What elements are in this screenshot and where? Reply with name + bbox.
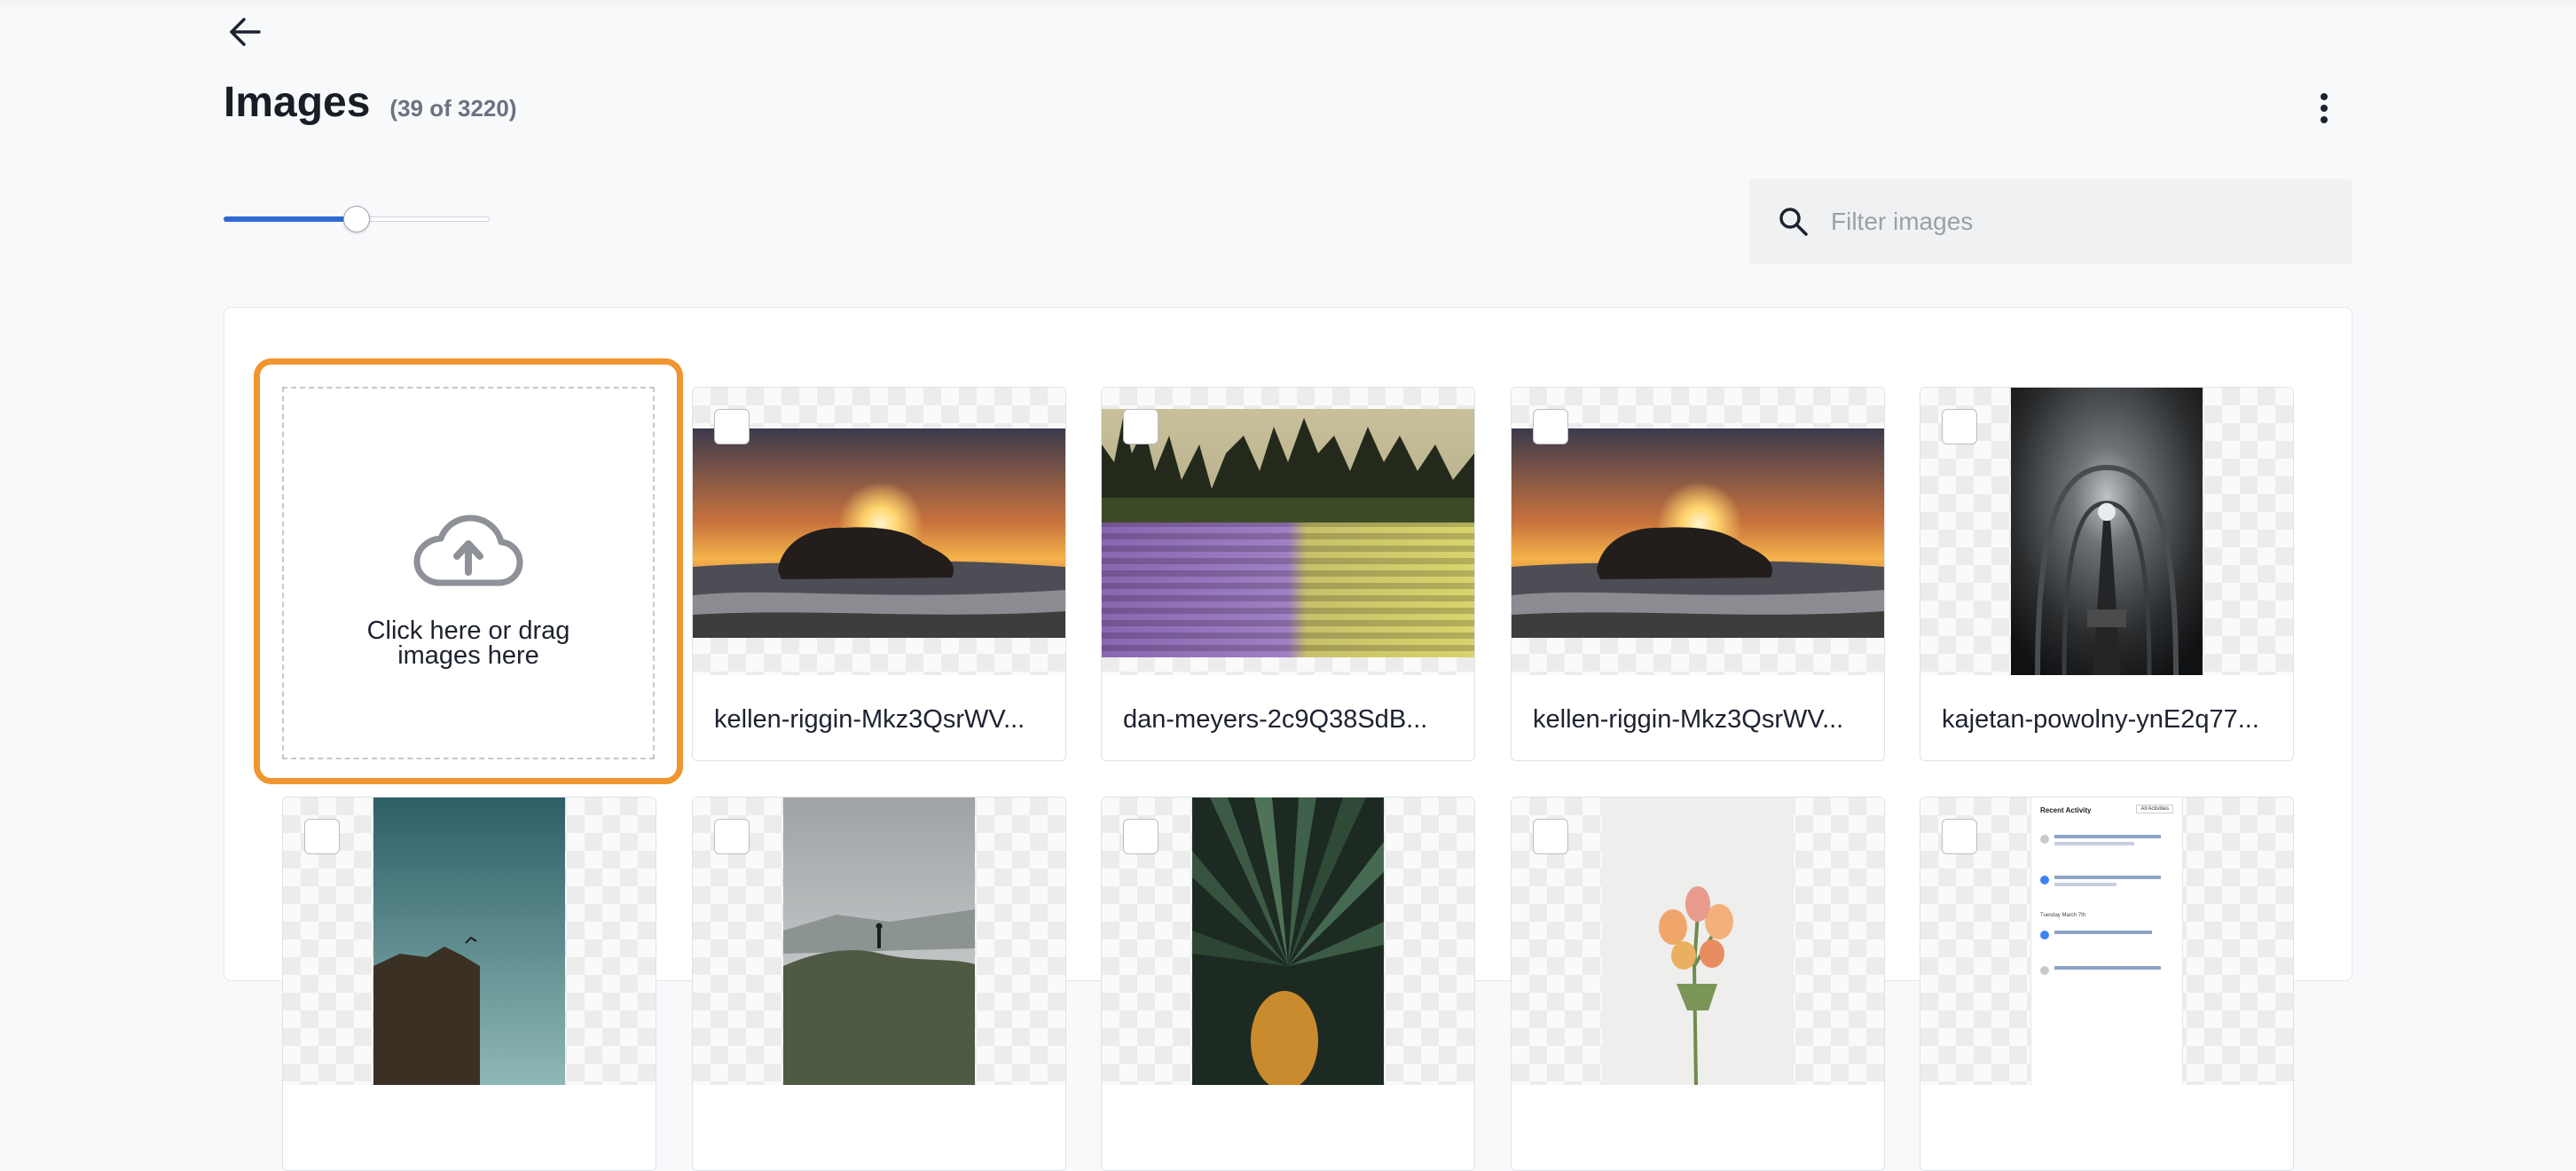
avatar: [2040, 931, 2049, 939]
page-header: Images (39 of 3220): [224, 78, 517, 127]
image-card[interactable]: kellen-riggin-Mkz3QsrWV...: [692, 387, 1066, 761]
image-card[interactable]: [1511, 797, 1885, 1171]
image-select-checkbox[interactable]: [1942, 409, 1977, 444]
image-thumbnail[interactable]: [1512, 798, 1884, 1085]
sky-bird-photo: [373, 798, 565, 1085]
text-line: [2054, 931, 2152, 934]
text-line: [2054, 883, 2117, 886]
text-line: [2054, 966, 2161, 970]
image-select-checkbox[interactable]: [714, 819, 750, 854]
tunnel-photo: [2011, 388, 2203, 675]
image-card[interactable]: dan-meyers-2c9Q38SdB...: [1101, 387, 1475, 761]
image-thumbnail[interactable]: [1920, 388, 2293, 675]
image-thumbnail[interactable]: [283, 798, 656, 1085]
image-thumbnail[interactable]: [693, 798, 1065, 1085]
image-thumbnail[interactable]: Recent Activity All Activities Tuesday M…: [1920, 798, 2293, 1085]
text-line: [2054, 842, 2134, 845]
slider-thumb[interactable]: [343, 206, 370, 232]
image-select-checkbox[interactable]: [1942, 819, 1977, 854]
activity-screenshot: Recent Activity All Activities Tuesday M…: [2030, 798, 2183, 1085]
avatar: [2040, 966, 2049, 975]
image-thumbnail[interactable]: [693, 388, 1065, 675]
filter-images-input[interactable]: [1829, 207, 2329, 237]
image-select-checkbox[interactable]: [304, 819, 340, 854]
top-bar: [0, 0, 2576, 5]
arrow-left-icon: [230, 18, 261, 46]
image-count: (39 of 3220): [389, 95, 517, 122]
image-thumbnail[interactable]: [1512, 388, 1884, 675]
image-filename: kellen-riggin-Mkz3QsrWV...: [1533, 705, 1844, 734]
image-card[interactable]: [692, 797, 1066, 1171]
image-card[interactable]: [282, 797, 656, 1171]
preview-filter: All Activities: [2136, 805, 2173, 813]
image-select-checkbox[interactable]: [1123, 409, 1158, 444]
image-card[interactable]: kajetan-powolny-ynE2q77...: [1920, 387, 2294, 761]
search-icon: [1776, 204, 1811, 240]
preview-date: Tuesday March 7th: [2040, 913, 2086, 918]
more-options-button[interactable]: [2303, 87, 2345, 130]
image-card[interactable]: [1101, 797, 1475, 1171]
image-filename: kajetan-powolny-ynE2q77...: [1942, 705, 2259, 734]
pineapple-photo: [1192, 798, 1384, 1085]
search-box: [1749, 179, 2352, 264]
more-vertical-icon: [2321, 93, 2328, 123]
image-select-checkbox[interactable]: [1533, 409, 1568, 444]
preview-title: Recent Activity: [2040, 806, 2092, 814]
image-filename: dan-meyers-2c9Q38SdB...: [1123, 705, 1428, 734]
avatar: [2040, 876, 2049, 884]
text-line: [2054, 835, 2161, 838]
hiker-mountain-photo: [783, 798, 975, 1085]
lavender-field-photo: [1102, 409, 1474, 657]
image-card[interactable]: Recent Activity All Activities Tuesday M…: [1920, 797, 2294, 1171]
slider-fill: [224, 216, 357, 222]
flower-bouquet-photo: [1602, 798, 1794, 1085]
text-line: [2054, 876, 2161, 879]
image-select-checkbox[interactable]: [1123, 819, 1158, 854]
cloud-upload-icon: [413, 515, 523, 586]
upload-label: Click here or drag images here: [366, 617, 570, 670]
sunset-photo: [1512, 428, 1884, 638]
back-button[interactable]: [225, 12, 264, 51]
image-thumbnail[interactable]: [1102, 798, 1474, 1085]
thumbnail-size-slider[interactable]: [224, 206, 490, 232]
image-select-checkbox[interactable]: [714, 409, 750, 444]
image-select-checkbox[interactable]: [1533, 819, 1568, 854]
image-card[interactable]: kellen-riggin-Mkz3QsrWV...: [1511, 387, 1885, 761]
image-filename: kellen-riggin-Mkz3QsrWV...: [714, 705, 1025, 734]
avatar: [2040, 835, 2049, 844]
sunset-photo: [693, 428, 1065, 638]
page-title: Images: [224, 79, 371, 126]
image-thumbnail[interactable]: [1102, 388, 1474, 675]
upload-dropzone[interactable]: Click here or drag images here: [282, 387, 655, 759]
